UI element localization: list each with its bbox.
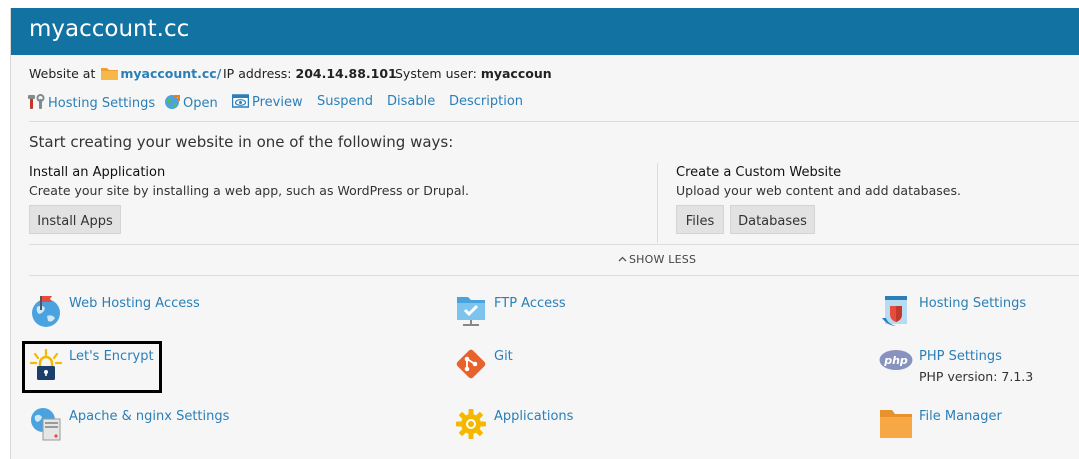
show-less-toggle[interactable]: SHOW LESS [618, 253, 696, 266]
system-user-label: System user: [395, 66, 477, 81]
action-hosting-settings-label: Hosting Settings [48, 96, 156, 111]
install-app-title: Install an Application [29, 165, 166, 180]
preview-icon [231, 94, 250, 108]
domain-title: myaccount.cc [29, 16, 190, 42]
tool-file-manager[interactable]: File Manager [879, 407, 1029, 447]
ip-info: IP address: 204.14.88.101 [223, 66, 397, 81]
applications-gear-icon [456, 409, 486, 439]
files-button[interactable]: Files [676, 205, 724, 234]
action-preview-label: Preview [252, 95, 303, 110]
tool-applications[interactable]: Applications [454, 407, 604, 443]
install-apps-button[interactable]: Install Apps [29, 205, 121, 234]
tool-label: Git [494, 349, 513, 364]
svg-text:php: php [883, 354, 908, 367]
ip-value: 204.14.88.101 [295, 66, 397, 81]
divider [29, 275, 1079, 276]
ip-label: IP address: [223, 66, 292, 81]
action-description[interactable]: Description [449, 94, 523, 109]
action-open[interactable]: Open [164, 94, 218, 111]
system-user-value: myaccoun [480, 66, 552, 81]
tool-label: FTP Access [494, 296, 566, 311]
action-suspend[interactable]: Suspend [317, 94, 373, 109]
chevron-up-icon [618, 256, 627, 262]
tool-label: Hosting Settings [919, 296, 1027, 311]
tool-hosting-settings[interactable]: Hosting Settings [879, 294, 1069, 330]
tool-ftp-access[interactable]: FTP Access [454, 294, 654, 330]
git-icon [456, 349, 486, 379]
tool-apache-nginx-settings[interactable]: Apache & nginx Settings [29, 407, 239, 443]
tool-git[interactable]: Git [454, 347, 574, 383]
custom-website-desc: Upload your web content and add database… [676, 183, 961, 198]
action-open-label: Open [183, 96, 218, 111]
system-user-info: System user: myaccoun [395, 66, 552, 81]
install-app-desc: Create your site by installing a web app… [29, 183, 469, 198]
title-bar: myaccount.cc [11, 8, 1079, 55]
website-label: Website at [29, 66, 96, 81]
start-heading: Start creating your website in one of th… [29, 133, 454, 151]
domain-panel: myaccount.cc Website at myaccount.cc/ IP… [10, 8, 1079, 459]
action-disable[interactable]: Disable [387, 94, 435, 109]
ftp-access-icon [457, 297, 485, 326]
apache-nginx-icon [31, 408, 61, 441]
tool-label: File Manager [919, 409, 1002, 424]
action-hosting-settings[interactable]: Hosting Settings [28, 94, 155, 111]
highlight-box [22, 341, 162, 393]
website-info: Website at myaccount.cc/ [29, 66, 221, 81]
custom-website-title: Create a Custom Website [676, 165, 842, 180]
tool-web-hosting-access[interactable]: Web Hosting Access [29, 294, 229, 330]
folder-icon [101, 68, 119, 80]
tools-icon [28, 94, 45, 109]
section-divider [657, 163, 658, 243]
website-link[interactable]: myaccount.cc/ [120, 66, 221, 81]
web-hosting-access-icon [32, 296, 60, 327]
tool-label: PHP Settings [919, 349, 1002, 364]
divider [29, 244, 1079, 245]
php-icon: php [879, 350, 913, 370]
tool-label: Web Hosting Access [69, 296, 200, 311]
hosting-settings-icon [882, 296, 907, 326]
divider [29, 121, 1079, 122]
tool-label: Applications [494, 409, 574, 424]
show-less-label: SHOW LESS [629, 253, 697, 266]
file-manager-folder-icon [880, 410, 912, 438]
globe-icon [165, 95, 180, 109]
databases-button[interactable]: Databases [730, 205, 815, 234]
tool-label: Apache & nginx Settings [69, 409, 230, 424]
action-preview[interactable]: Preview [231, 94, 303, 110]
php-version: PHP version: 7.1.3 [919, 369, 1034, 384]
tool-php-settings[interactable]: php PHP Settings PHP version: 7.1.3 [879, 347, 1069, 395]
